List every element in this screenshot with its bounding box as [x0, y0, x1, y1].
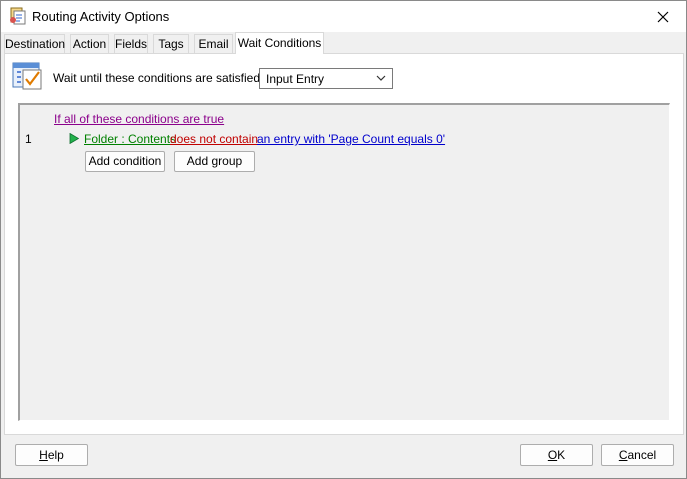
help-accel: H — [39, 448, 48, 462]
wait-conditions-panel: Wait until these conditions are satisfie… — [4, 53, 684, 435]
checklist-icon — [12, 62, 42, 90]
ok-label: K — [557, 448, 566, 462]
tab-tags[interactable]: Tags — [153, 34, 189, 53]
dialog-footer: Help OK Cancel — [1, 436, 686, 478]
wait-target-value: Input Entry — [266, 72, 325, 86]
wait-target-select[interactable]: Input Entry — [259, 68, 393, 89]
tab-action[interactable]: Action — [70, 34, 109, 53]
tab-strip: Destination Action Fields Tags Email Wai… — [4, 32, 686, 54]
add-condition-button[interactable]: Add condition — [85, 151, 165, 172]
tab-fields[interactable]: Fields — [114, 34, 148, 53]
condition-value-link[interactable]: an entry with 'Page Count equals 0' — [257, 132, 445, 146]
conditions-editor: If all of these conditions are true 1 Fo… — [18, 103, 670, 421]
cancel-label: ancel — [627, 448, 657, 462]
tab-destination[interactable]: Destination — [4, 34, 65, 53]
tab-wait-conditions[interactable]: Wait Conditions — [235, 32, 324, 54]
chevron-down-icon — [376, 75, 386, 81]
condition-operator-link[interactable]: does not contain — [170, 132, 258, 146]
close-icon — [657, 11, 669, 22]
routing-activity-icon — [10, 7, 26, 25]
wait-until-label: Wait until these conditions are satisfie… — [53, 71, 281, 85]
condition-field-link[interactable]: Folder : Contents — [84, 132, 176, 146]
help-label: elp — [47, 448, 64, 462]
routing-activity-options-dialog: Routing Activity Options Destination Act… — [0, 0, 687, 479]
window-title: Routing Activity Options — [32, 9, 170, 24]
add-group-button[interactable]: Add group — [174, 151, 255, 172]
condition-row-number: 1 — [25, 132, 32, 146]
tab-email[interactable]: Email — [194, 34, 233, 53]
condition-group-link[interactable]: If all of these conditions are true — [54, 112, 224, 126]
title-bar: Routing Activity Options — [1, 1, 686, 32]
ok-button[interactable]: OK — [520, 444, 593, 466]
help-button[interactable]: Help — [15, 444, 88, 466]
close-button[interactable] — [640, 1, 686, 32]
cancel-button[interactable]: Cancel — [601, 444, 674, 466]
ok-accel: O — [547, 448, 558, 462]
green-play-icon[interactable] — [69, 133, 79, 144]
